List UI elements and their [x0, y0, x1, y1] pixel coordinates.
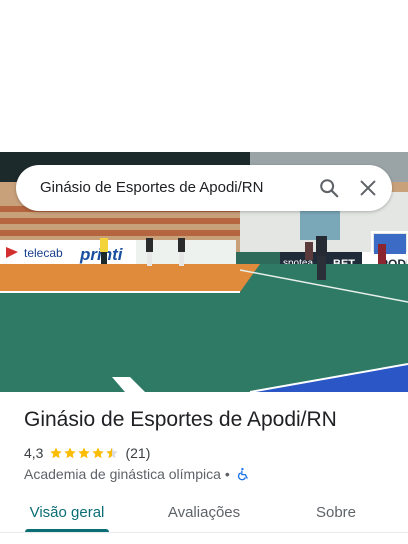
place-title: Ginásio de Esportes de Apodi/RN: [24, 408, 337, 431]
rating-row[interactable]: 4,3 (21): [24, 444, 150, 462]
rating-value: 4,3: [24, 445, 44, 461]
place-tabs: Visão geral Avaliações Sobre: [0, 496, 408, 536]
star-icon: [50, 447, 63, 459]
map-area: [0, 0, 408, 152]
search-input[interactable]: Ginásio de Esportes de Apodi/RN: [40, 165, 263, 211]
search-icon[interactable]: [318, 177, 340, 199]
separator-dot: •: [224, 466, 230, 482]
star-icon: [64, 447, 77, 459]
search-bar[interactable]: Ginásio de Esportes de Apodi/RN: [16, 165, 392, 211]
place-category: Academia de ginástica olímpica: [24, 466, 221, 482]
wheelchair-icon: [237, 467, 248, 481]
close-icon[interactable]: [357, 177, 379, 199]
star-rating: [49, 446, 119, 460]
category-row: Academia de ginástica olímpica •: [24, 465, 250, 483]
tab-about[interactable]: Sobre: [305, 496, 367, 532]
star-icon: [78, 447, 91, 459]
tabs-divider: [0, 532, 408, 533]
review-count[interactable]: (21): [125, 445, 150, 461]
half-star-icon: [106, 447, 119, 459]
banner-telecab: telecab: [24, 246, 63, 260]
star-icon: [92, 447, 105, 459]
tab-reviews[interactable]: Avaliações: [158, 496, 250, 532]
tab-overview[interactable]: Visão geral: [25, 496, 109, 532]
